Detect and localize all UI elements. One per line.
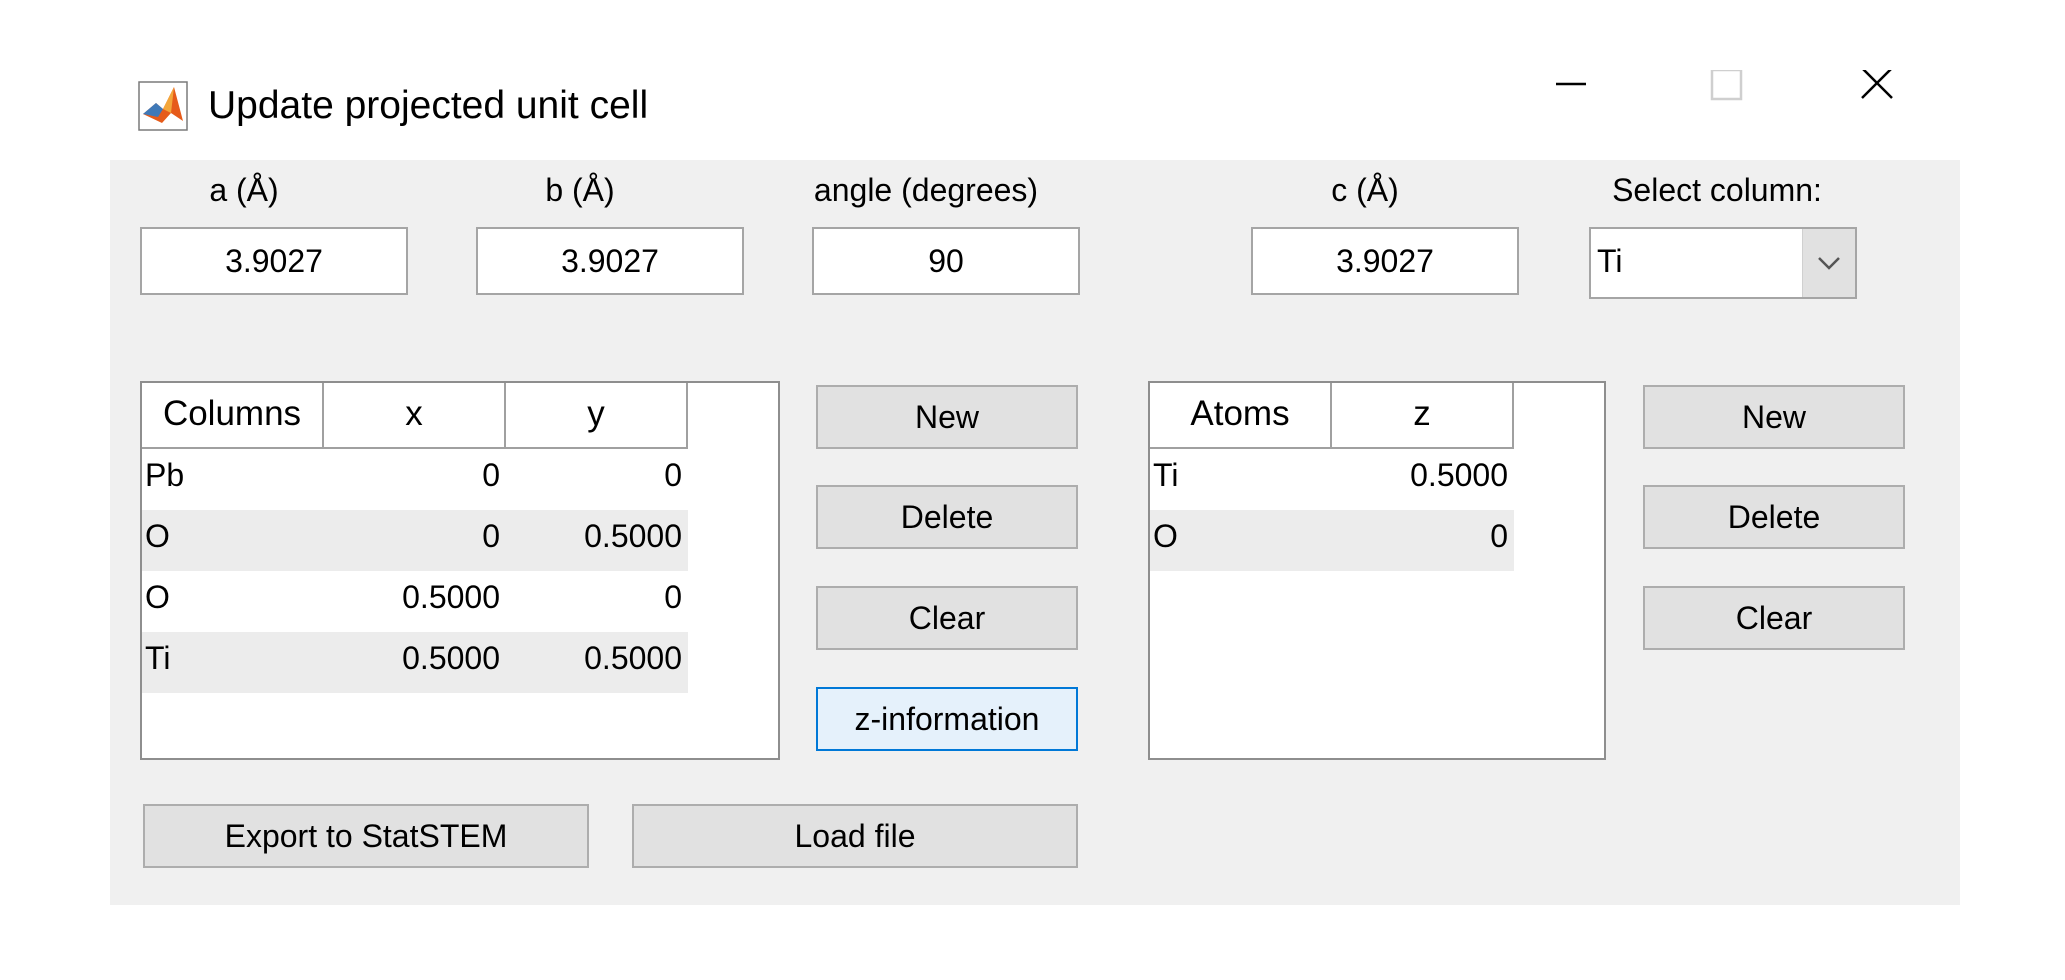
x-cell[interactable]: 0.5000 [324, 571, 506, 632]
table-row[interactable]: Pb 0 0 [142, 449, 688, 510]
clear-columns-button[interactable]: Clear [816, 586, 1078, 650]
new-atom-button[interactable]: New [1643, 385, 1905, 449]
export-to-statstem-button[interactable]: Export to StatSTEM [143, 804, 589, 868]
y-header[interactable]: y [506, 383, 688, 449]
y-cell[interactable]: 0.5000 [506, 510, 688, 571]
table-row[interactable]: O 0.5000 0 [142, 571, 688, 632]
dropdown-arrow[interactable] [1802, 229, 1855, 297]
z-header[interactable]: z [1332, 383, 1514, 449]
x-cell[interactable]: 0.5000 [324, 632, 506, 693]
dialog-content: a (Å) b (Å) angle (degrees) c (Å) Select… [110, 160, 1960, 905]
angle-field[interactable] [812, 227, 1080, 295]
table-row[interactable]: Ti 0.5000 0.5000 [142, 632, 688, 693]
matlab-icon [138, 81, 188, 131]
b-label: b (Å) [545, 172, 615, 208]
angle-label: angle (degrees) [813, 172, 1039, 208]
z-cell[interactable]: 0 [1332, 510, 1514, 571]
maximize-button[interactable] [1675, 68, 1775, 140]
x-cell[interactable]: 0 [324, 449, 506, 510]
column-name-cell[interactable]: Pb [142, 449, 324, 510]
z-cell[interactable]: 0.5000 [1332, 449, 1514, 510]
y-cell[interactable]: 0.5000 [506, 632, 688, 693]
load-file-button[interactable]: Load file [632, 804, 1078, 868]
atoms-table[interactable]: Atoms z Ti 0.5000 O 0 [1148, 381, 1606, 760]
a-field[interactable] [140, 227, 408, 295]
atom-name-cell[interactable]: Ti [1150, 449, 1332, 510]
select-column-value: Ti [1597, 243, 1623, 279]
chevron-down-icon [1818, 257, 1840, 270]
minimize-icon [1556, 82, 1586, 86]
dialog-window: Update projected unit cell a (Å) b (Å) a… [0, 0, 2065, 980]
b-field[interactable] [476, 227, 744, 295]
column-name-cell[interactable]: O [142, 510, 324, 571]
table-row[interactable]: O 0 [1150, 510, 1514, 571]
table-row[interactable]: Ti 0.5000 [1150, 449, 1514, 510]
y-cell[interactable]: 0 [506, 449, 688, 510]
window-title: Update projected unit cell [208, 84, 649, 127]
maximize-icon [1710, 68, 1743, 101]
z-information-button[interactable]: z-information [816, 687, 1078, 751]
columns-table[interactable]: Columns x y Pb 0 0 O 0 0.5000 O 0.5000 0… [140, 381, 780, 760]
columns-header[interactable]: Columns [142, 383, 324, 449]
clear-atoms-button[interactable]: Clear [1643, 586, 1905, 650]
close-button[interactable] [1828, 67, 1928, 140]
delete-column-button[interactable]: Delete [816, 485, 1078, 549]
select-column-label: Select column: [1612, 172, 1822, 208]
delete-atom-button[interactable]: Delete [1643, 485, 1905, 549]
c-label: c (Å) [1331, 172, 1399, 208]
atoms-header[interactable]: Atoms [1150, 383, 1332, 449]
x-header[interactable]: x [324, 383, 506, 449]
minimize-button[interactable] [1520, 70, 1620, 140]
select-column-dropdown[interactable]: Ti [1589, 227, 1857, 299]
atom-name-cell[interactable]: O [1150, 510, 1332, 571]
table-row[interactable]: O 0 0.5000 [142, 510, 688, 571]
x-cell[interactable]: 0 [324, 510, 506, 571]
column-name-cell[interactable]: O [142, 571, 324, 632]
column-name-cell[interactable]: Ti [142, 632, 324, 693]
y-cell[interactable]: 0 [506, 571, 688, 632]
title-bar: Update projected unit cell [110, 67, 1960, 170]
a-label: a (Å) [209, 172, 279, 208]
close-icon [1861, 67, 1893, 99]
new-column-button[interactable]: New [816, 385, 1078, 449]
c-field[interactable] [1251, 227, 1519, 295]
